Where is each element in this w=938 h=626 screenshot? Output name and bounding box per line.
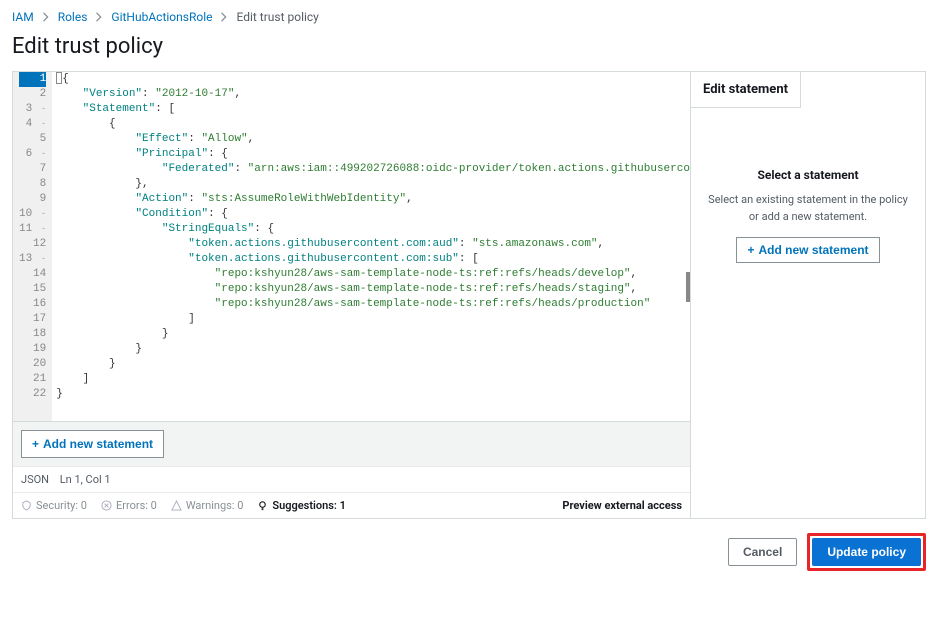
code-line[interactable]: { xyxy=(56,117,686,132)
line-number: 13 - xyxy=(19,252,46,267)
code-line[interactable]: "Action": "sts:AssumeRoleWithWebIdentity… xyxy=(56,192,686,207)
code-line[interactable]: } xyxy=(56,357,686,372)
code-line[interactable]: } xyxy=(56,327,686,342)
suggestions-count[interactable]: Suggestions: 1 xyxy=(257,499,346,512)
sidebar-description: Select an existing statement in the poli… xyxy=(703,192,913,225)
code-line[interactable]: "Condition": { xyxy=(56,207,686,222)
line-number: 20 xyxy=(19,357,46,372)
warnings-count: Warnings: 0 xyxy=(171,499,244,512)
editor-cursor-pos: Ln 1, Col 1 xyxy=(60,473,111,486)
sidebar-add-statement-label: Add new statement xyxy=(759,243,869,257)
line-number: 17 xyxy=(19,312,46,327)
code-line[interactable]: "token.actions.githubusercontent.com:sub… xyxy=(56,252,686,267)
line-number: 8 xyxy=(19,177,46,192)
breadcrumb-roles[interactable]: Roles xyxy=(58,10,88,24)
update-highlight: Update policy xyxy=(807,533,926,571)
code-line[interactable]: { xyxy=(56,72,686,87)
code-line[interactable]: } xyxy=(56,387,686,402)
code-area[interactable]: { "Version": "2012-10-17", "Statement": … xyxy=(52,72,690,421)
line-number: 21 xyxy=(19,372,46,387)
error-icon xyxy=(101,500,112,511)
add-new-statement-button[interactable]: + Add new statement xyxy=(21,430,164,458)
editor-type: JSON xyxy=(21,473,49,486)
chevron-right-icon xyxy=(95,12,103,22)
code-line[interactable]: "Effect": "Allow", xyxy=(56,132,686,147)
breadcrumb-iam[interactable]: IAM xyxy=(12,10,34,24)
line-number: 10 - xyxy=(19,207,46,222)
add-statement-label: Add new statement xyxy=(43,437,153,451)
code-line[interactable]: "repo:kshyun28/aws-sam-template-node-ts:… xyxy=(56,297,686,312)
cancel-button[interactable]: Cancel xyxy=(728,538,797,566)
line-number: 12 xyxy=(19,237,46,252)
line-number: 16 xyxy=(19,297,46,312)
update-policy-button[interactable]: Update policy xyxy=(812,538,921,566)
edit-statement-sidebar: Edit statement Select a statement Select… xyxy=(690,72,925,518)
sidebar-add-new-statement-button[interactable]: + Add new statement xyxy=(736,237,879,263)
line-number: 22 xyxy=(19,387,46,402)
line-number: 15 xyxy=(19,282,46,297)
chevron-right-icon xyxy=(42,12,50,22)
breadcrumb-role-name[interactable]: GitHubActionsRole xyxy=(111,10,212,24)
breadcrumb-current: Edit trust policy xyxy=(236,10,318,24)
line-number: 6 - xyxy=(19,147,46,162)
editor-left: 123 -4 -56 -78910 -11 -1213 -14151617181… xyxy=(13,72,690,518)
code-line[interactable]: "repo:kshyun28/aws-sam-template-node-ts:… xyxy=(56,267,686,282)
security-count: Security: 0 xyxy=(21,499,87,512)
code-line[interactable]: "Version": "2012-10-17", xyxy=(56,87,686,102)
json-editor[interactable]: 123 -4 -56 -78910 -11 -1213 -14151617181… xyxy=(13,72,690,421)
breadcrumb: IAM Roles GitHubActionsRole Edit trust p… xyxy=(12,10,926,24)
page-title: Edit trust policy xyxy=(12,34,926,59)
chevron-right-icon xyxy=(220,12,228,22)
editor-status-row: JSON Ln 1, Col 1 xyxy=(13,466,690,492)
line-number: 7 xyxy=(19,162,46,177)
line-number: 18 xyxy=(19,327,46,342)
line-number-gutter: 123 -4 -56 -78910 -11 -1213 -14151617181… xyxy=(13,72,52,421)
editor-panel: 123 -4 -56 -78910 -11 -1213 -14151617181… xyxy=(12,71,926,519)
preview-external-access[interactable]: Preview external access xyxy=(562,499,682,512)
code-line[interactable]: "Statement": [ xyxy=(56,102,686,117)
line-number: 14 xyxy=(19,267,46,282)
line-number: 3 - xyxy=(19,102,46,117)
code-line[interactable]: ] xyxy=(56,312,686,327)
line-number: 1 xyxy=(19,72,46,87)
warning-icon xyxy=(171,500,182,511)
sidebar-heading: Select a statement xyxy=(703,168,913,182)
line-number: 19 xyxy=(19,342,46,357)
code-line[interactable]: } xyxy=(56,342,686,357)
code-line[interactable]: }, xyxy=(56,177,686,192)
shield-icon xyxy=(21,500,32,511)
scrollbar-handle[interactable] xyxy=(686,272,690,302)
line-number: 5 xyxy=(19,132,46,147)
lightbulb-icon xyxy=(257,500,268,511)
errors-count: Errors: 0 xyxy=(101,499,157,512)
plus-icon: + xyxy=(747,243,754,257)
code-line[interactable]: "Principal": { xyxy=(56,147,686,162)
line-number: 11 - xyxy=(19,222,46,237)
edit-statement-tab[interactable]: Edit statement xyxy=(691,72,801,108)
plus-icon: + xyxy=(32,437,39,451)
warnings-row: Security: 0 Errors: 0 Warnings: 0 Sugges… xyxy=(13,492,690,518)
line-number: 2 xyxy=(19,87,46,102)
code-line[interactable]: "repo:kshyun28/aws-sam-template-node-ts:… xyxy=(56,282,686,297)
line-number: 9 xyxy=(19,192,46,207)
code-line[interactable]: ] xyxy=(56,372,686,387)
editor-footer: + Add new statement xyxy=(13,421,690,466)
action-bar: Cancel Update policy xyxy=(12,533,926,571)
line-number: 4 - xyxy=(19,117,46,132)
code-line[interactable]: "Federated": "arn:aws:iam::499202726088:… xyxy=(56,162,686,177)
code-line[interactable]: "StringEquals": { xyxy=(56,222,686,237)
code-line[interactable]: "token.actions.githubusercontent.com:aud… xyxy=(56,237,686,252)
